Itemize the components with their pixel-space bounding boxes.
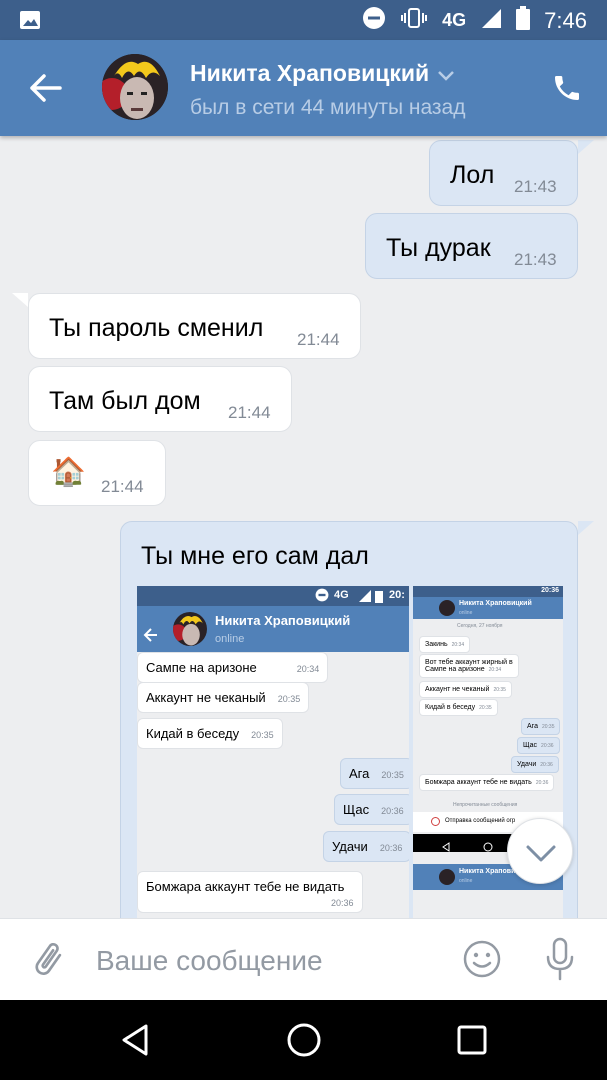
paperclip-icon bbox=[35, 942, 62, 975]
tiny-contact-status: online bbox=[459, 878, 473, 884]
tiny-contact-status: online bbox=[459, 610, 473, 616]
tiny-clock: 20:36 bbox=[541, 587, 559, 594]
bubble-tail bbox=[578, 140, 594, 154]
back-button[interactable] bbox=[28, 72, 64, 104]
mini-message-incoming: Кидай в беседу 20:35 bbox=[137, 718, 283, 749]
bubble-tail bbox=[12, 293, 28, 307]
mini-header: Никита Храповицкий online bbox=[137, 606, 409, 652]
mini-message-outgoing: Удачи 20:36 bbox=[323, 831, 409, 862]
message-time: 21:43 bbox=[514, 177, 557, 196]
attached-screenshot[interactable]: 4G 20: Никита Храповицкий online Сампе н… bbox=[137, 586, 409, 918]
house-emoji: 🏠 bbox=[51, 456, 86, 487]
message-time: 21:44 bbox=[101, 477, 144, 496]
message-incoming[interactable]: 🏠 21:44 bbox=[28, 440, 166, 506]
nav-back-button[interactable] bbox=[118, 1022, 154, 1058]
tiny-contact-name: Никита Храповицкий bbox=[459, 600, 532, 607]
message-incoming[interactable]: Ты пароль сменил 21:44 bbox=[28, 293, 361, 359]
tiny-message: Удачи 20:36 bbox=[511, 756, 559, 773]
emoji-button[interactable] bbox=[462, 939, 502, 979]
bubble-tail bbox=[578, 521, 594, 535]
tiny-message: Бомжара аккаунт тебе не видать 20:36 bbox=[419, 774, 555, 791]
message-text: Там был дом bbox=[49, 387, 201, 415]
attach-button[interactable] bbox=[28, 939, 68, 979]
tiny-avatar bbox=[439, 869, 455, 885]
clock: 7:46 bbox=[544, 7, 587, 33]
network-type: 4G bbox=[442, 10, 467, 30]
vibrate-icon bbox=[400, 6, 428, 35]
message-text: Лол bbox=[450, 161, 495, 189]
mini-message-outgoing: Ага 20:35 bbox=[340, 758, 409, 789]
tiny-header: Никита Храповицкий online bbox=[413, 597, 563, 619]
tiny-message: Аккаунт не чеканый 20:35 bbox=[419, 681, 512, 698]
mini-back-icon bbox=[143, 620, 159, 649]
signal-icon bbox=[480, 7, 502, 34]
scroll-to-bottom-button[interactable] bbox=[507, 818, 573, 884]
message-composer bbox=[0, 918, 607, 1000]
circle-home-icon bbox=[287, 1023, 321, 1057]
tiny-date-separator: Сегодня, 27 ноября bbox=[457, 623, 503, 629]
message-list[interactable]: Лол 21:43 Ты дурак 21:43 Ты пароль смени… bbox=[0, 136, 607, 918]
tiny-unread-label: Непрочитанные сообщения bbox=[453, 802, 518, 808]
message-outgoing[interactable]: Лол 21:43 bbox=[429, 140, 578, 206]
mini-contact-name: Никита Храповицкий bbox=[215, 613, 351, 628]
triangle-back-icon bbox=[122, 1024, 148, 1056]
tiny-message: Ага 20:35 bbox=[521, 718, 561, 735]
mini-avatar bbox=[173, 612, 207, 646]
mini-message-outgoing: Щас 20:36 bbox=[334, 794, 409, 825]
message-text: Ты дурак bbox=[386, 234, 491, 262]
tiny-error-text: Отправка сообщений огр bbox=[445, 818, 516, 824]
mini-dnd-icon bbox=[315, 588, 329, 605]
tiny-message: Вот тебе аккаунт жирный в Сампе на аризо… bbox=[419, 654, 519, 678]
mini-signal-icon bbox=[359, 590, 371, 605]
tiny-message: Кидай в беседу 20:35 bbox=[419, 699, 498, 716]
message-time: 21:44 bbox=[228, 403, 271, 422]
contact-name-text: Никита Храповицкий bbox=[190, 60, 430, 86]
mini-battery-icon bbox=[375, 589, 383, 606]
message-text: Ты мне его сам дал bbox=[141, 542, 369, 570]
mini-contact-status: online bbox=[215, 633, 245, 645]
tiny-message: Закинь 20:34 bbox=[419, 636, 471, 653]
message-input[interactable] bbox=[96, 939, 436, 983]
chevron-down-icon bbox=[437, 61, 455, 88]
message-incoming[interactable]: Там был дом 21:44 bbox=[28, 366, 292, 432]
tiny-error-icon bbox=[431, 817, 440, 826]
tiny-message: Щас 20:36 bbox=[517, 737, 560, 754]
microphone-icon bbox=[546, 937, 574, 981]
system-navigation-bar bbox=[0, 1000, 607, 1080]
battery-icon bbox=[516, 6, 531, 35]
message-outgoing[interactable]: Ты дурак 21:43 bbox=[365, 213, 578, 279]
nav-home-button[interactable] bbox=[286, 1022, 322, 1058]
square-recents-icon bbox=[457, 1025, 487, 1055]
image-notification-icon bbox=[18, 8, 42, 37]
arrow-left-icon bbox=[30, 74, 62, 102]
phone-icon bbox=[555, 76, 579, 100]
tiny-avatar bbox=[439, 600, 455, 616]
message-text: Ты пароль сменил bbox=[49, 314, 264, 342]
mini-message-incoming: Бомжара аккаунт тебе не видать 20:36 bbox=[137, 871, 363, 913]
contact-last-seen: был в сети 44 минуты назад bbox=[190, 96, 466, 119]
chevron-down-icon bbox=[526, 845, 556, 862]
mini-status-bar: 4G 20: bbox=[137, 586, 409, 606]
mini-message-incoming: Аккаунт не чеканый 20:35 bbox=[137, 682, 310, 713]
nav-recents-button[interactable] bbox=[456, 1024, 488, 1056]
tiny-status-bar: 20:36 bbox=[413, 586, 563, 597]
mini-message-incoming: Сампе на аризоне 20:34 bbox=[137, 652, 329, 683]
message-time: 21:43 bbox=[514, 250, 557, 269]
voice-message-button[interactable] bbox=[540, 935, 580, 983]
chat-header: Никита Храповицкий был в сети 44 минуты … bbox=[0, 40, 607, 136]
do-not-disturb-icon bbox=[362, 6, 386, 35]
call-button[interactable] bbox=[551, 72, 583, 104]
contact-name[interactable]: Никита Храповицкий bbox=[190, 60, 455, 88]
message-time: 21:44 bbox=[297, 330, 340, 349]
smiley-icon bbox=[463, 940, 501, 978]
mini-clock: 20: bbox=[389, 589, 405, 601]
avatar[interactable] bbox=[102, 54, 168, 120]
mini-network: 4G bbox=[334, 589, 349, 601]
status-bar: 4G 7:46 bbox=[0, 0, 607, 40]
